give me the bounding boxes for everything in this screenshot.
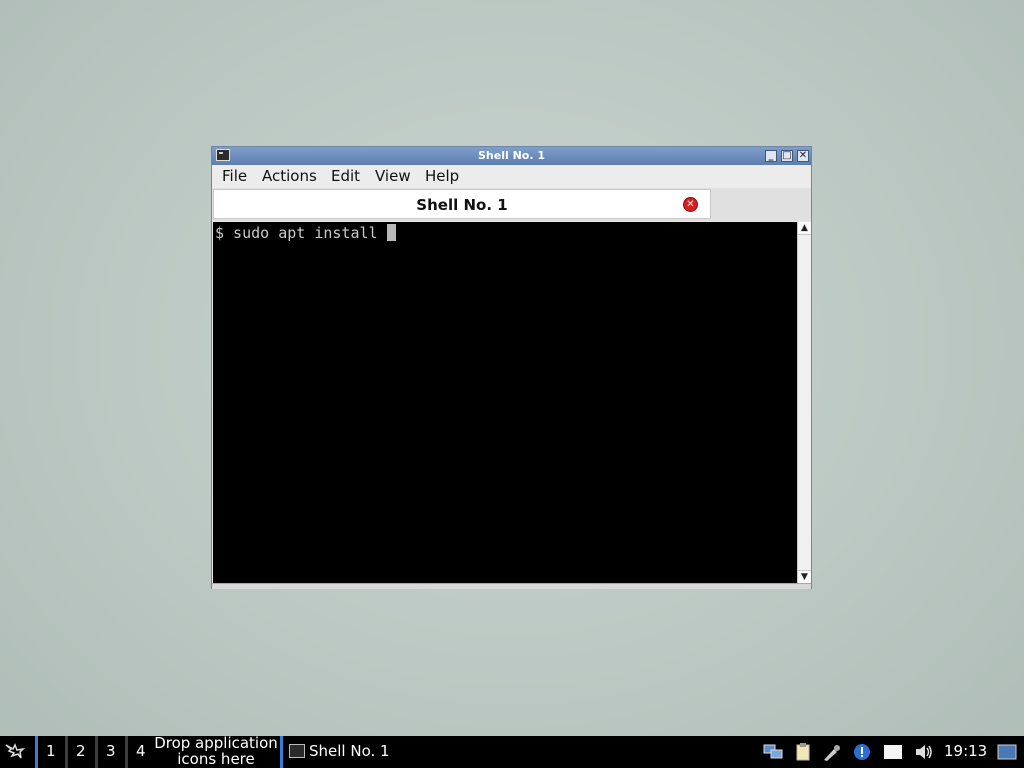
terminal-output[interactable]: $ sudo apt install <box>213 222 797 583</box>
update-notification-icon[interactable] <box>852 743 872 761</box>
window-bottom-border <box>212 583 811 589</box>
drop-hint-line1: Drop application <box>154 734 278 752</box>
menu-edit[interactable]: Edit <box>331 167 360 185</box>
desktop-icon[interactable] <box>997 743 1017 761</box>
lxde-menu-icon[interactable] <box>3 741 25 763</box>
menu-actions[interactable]: Actions <box>262 167 317 185</box>
taskbar: 1 2 3 4 Drop application icons here Shel… <box>0 736 1024 768</box>
tab-shell-1[interactable]: Shell No. 1 ✕ <box>213 189 711 219</box>
terminal-window: Shell No. 1 _ □ ✕ File Actions Edit View… <box>211 146 812 589</box>
workspace-2[interactable]: 2 <box>65 736 95 768</box>
taskbar-task-shell[interactable]: Shell No. 1 <box>280 736 410 768</box>
scroll-up-arrow-icon[interactable]: ▲ <box>798 222 811 235</box>
network-icon[interactable] <box>763 743 783 761</box>
workspace-3[interactable]: 3 <box>95 736 125 768</box>
paint-icon[interactable] <box>822 743 842 761</box>
workspace-1[interactable]: 1 <box>35 736 65 768</box>
vertical-scrollbar[interactable]: ▲ ▼ <box>797 222 811 583</box>
menu-view[interactable]: View <box>375 167 411 185</box>
drop-hint-line2: icons here <box>177 750 255 768</box>
close-window-button[interactable]: ✕ <box>797 150 809 162</box>
clock[interactable]: 19:13 <box>944 736 987 767</box>
tab-bar: Shell No. 1 ✕ <box>212 188 811 221</box>
menu-file[interactable]: File <box>222 167 247 185</box>
window-titlebar[interactable]: Shell No. 1 _ □ ✕ <box>212 147 811 165</box>
window-title: Shell No. 1 <box>477 149 545 162</box>
terminal-task-icon <box>289 744 305 758</box>
menubar: File Actions Edit View Help <box>212 165 811 188</box>
tab-close-icon[interactable]: ✕ <box>683 197 698 212</box>
launcher-drop-area[interactable]: Drop application icons here <box>151 736 281 768</box>
maximize-button[interactable]: □ <box>781 150 793 162</box>
terminal-prompt-line: $ sudo apt install <box>215 224 396 242</box>
tab-label: Shell No. 1 <box>416 196 508 214</box>
text-cursor <box>386 224 396 241</box>
volume-icon[interactable] <box>914 743 934 761</box>
terminal-text: $ sudo apt install <box>215 224 387 242</box>
display-icon[interactable] <box>883 743 903 761</box>
minimize-button[interactable]: _ <box>765 150 777 162</box>
clipboard-icon[interactable] <box>793 743 813 761</box>
menu-help[interactable]: Help <box>425 167 459 185</box>
scroll-down-arrow-icon[interactable]: ▼ <box>798 570 811 583</box>
task-label: Shell No. 1 <box>309 742 390 760</box>
